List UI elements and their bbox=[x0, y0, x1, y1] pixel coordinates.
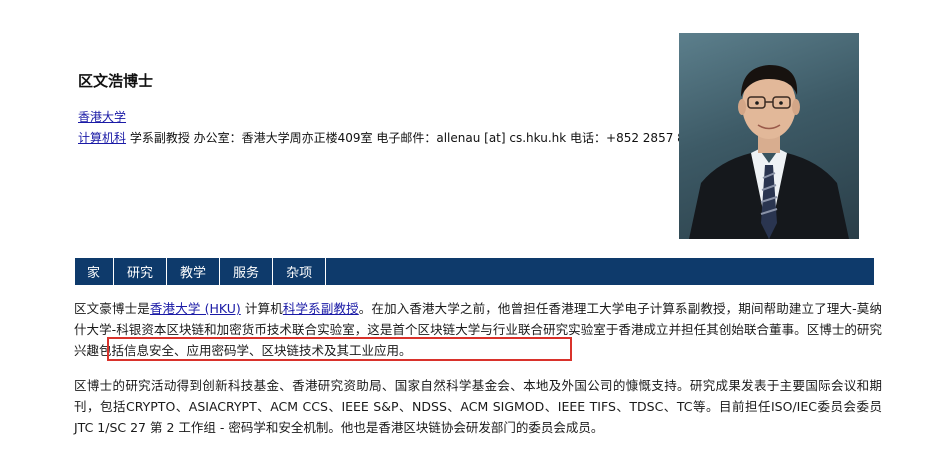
hku-link[interactable]: 香港大学 (HKU) bbox=[150, 301, 241, 316]
nav-misc[interactable]: 杂项 bbox=[273, 258, 327, 285]
contact-details: 学系副教授 办公室：香港大学周亦正楼409室 电子邮件：allenau [at]… bbox=[126, 131, 708, 145]
bio-paragraph-1: 区文豪博士是香港大学 (HKU) 计算机科学系副教授。在加入香港大学之前，他曾担… bbox=[74, 298, 882, 361]
department-link[interactable]: 计算机科 bbox=[78, 131, 126, 145]
nav-teaching[interactable]: 教学 bbox=[167, 258, 221, 285]
portrait-image bbox=[689, 65, 849, 239]
contact-info: 计算机科 学系副教授 办公室：香港大学周亦正楼409室 电子邮件：allenau… bbox=[78, 129, 708, 146]
nav-service[interactable]: 服务 bbox=[220, 258, 274, 285]
bio-text: 区文豪博士是 bbox=[74, 301, 150, 316]
main-nav: 家 研究 教学 服务 杂项 bbox=[74, 258, 874, 285]
nav-home[interactable]: 家 bbox=[74, 258, 115, 285]
profile-name: 区文浩博士 bbox=[78, 72, 154, 90]
nav-research[interactable]: 研究 bbox=[114, 258, 168, 285]
university-link[interactable]: 香港大学 bbox=[78, 108, 126, 125]
bio-paragraph-2: 区博士的研究活动得到创新科技基金、香港研究资助局、国家自然科学基金会、本地及外国… bbox=[74, 378, 882, 435]
cs-associate-prof-link[interactable]: 科学系副教授 bbox=[283, 301, 359, 316]
bio-text: 计算机 bbox=[240, 301, 283, 316]
profile-photo bbox=[679, 33, 859, 239]
